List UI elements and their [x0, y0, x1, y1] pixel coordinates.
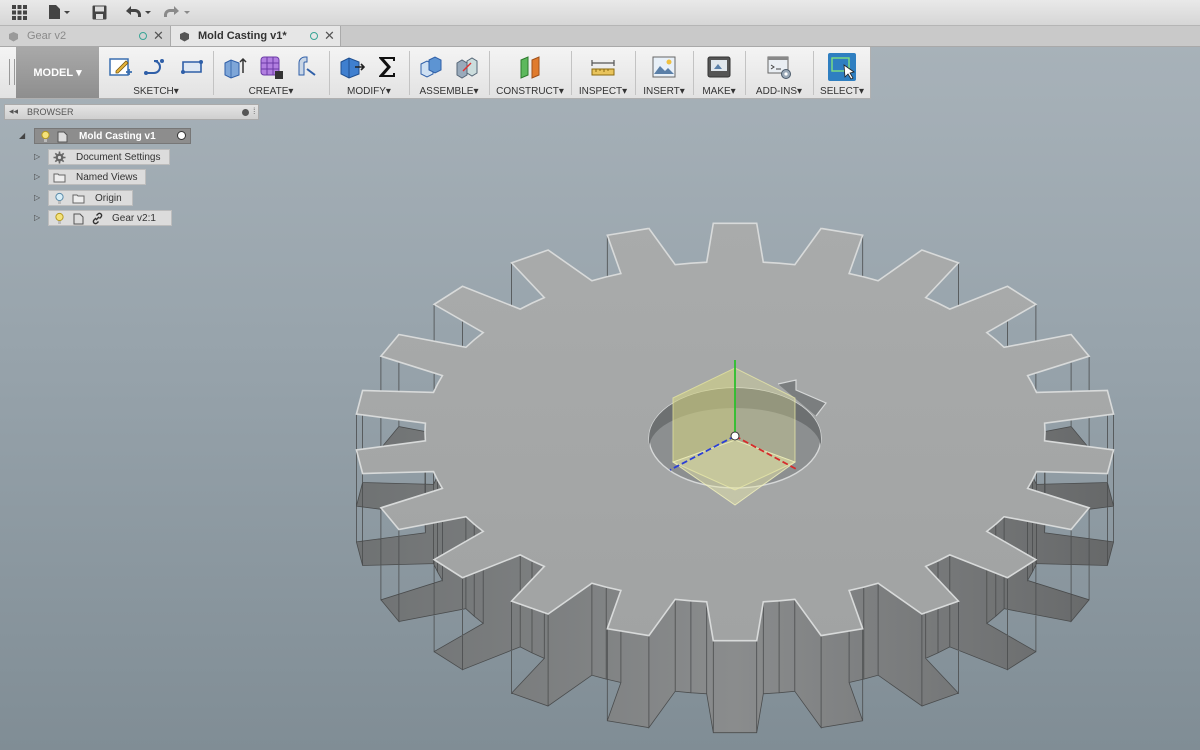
browser-item-origin[interactable]: Origin — [48, 190, 133, 206]
new-component-icon[interactable] — [417, 53, 445, 81]
workspace-label: MODEL — [33, 66, 74, 79]
select-group: SELECT▾ — [814, 47, 870, 98]
gear-top-face[interactable] — [355, 222, 1115, 642]
expand-arrow-icon[interactable]: ▷ — [34, 193, 40, 202]
activate-radio-icon[interactable] — [177, 131, 186, 140]
scripts-addins-icon[interactable] — [765, 53, 793, 81]
browser-pin-icon[interactable] — [242, 109, 249, 116]
tab-gear-v2[interactable]: Gear v2 ✕ — [0, 26, 171, 46]
add-ins-group: ADD-INS▾ — [746, 47, 812, 98]
offset-plane-icon[interactable] — [516, 53, 544, 81]
folder-icon — [53, 173, 66, 182]
browser-panel-header: ◂◂ BROWSER ⁞ — [4, 104, 259, 120]
toolbar-grip[interactable] — [9, 59, 15, 85]
joint-icon[interactable] — [453, 53, 481, 81]
close-tab-icon[interactable]: ✕ — [324, 28, 335, 44]
toolbar: MODEL ▾ SKETCH▾ CREATE▾ MODIFY▾ ASSEMBLE… — [0, 47, 871, 99]
browser-item-label: Document Settings — [76, 151, 161, 163]
browser-item-gear-v2-1[interactable]: Gear v2:1 — [48, 210, 172, 226]
gear-icon — [53, 151, 66, 163]
visibility-bulb-icon[interactable] — [53, 212, 66, 225]
group-label[interactable]: SELECT — [820, 86, 859, 97]
bore-hole[interactable] — [648, 379, 827, 489]
group-label[interactable]: INSERT — [643, 86, 680, 97]
form-icon[interactable] — [257, 53, 285, 81]
browser-resize-icon[interactable]: ⁞ — [253, 106, 256, 116]
expand-arrow-icon[interactable]: ▷ — [34, 213, 40, 222]
group-label[interactable]: ADD-INS — [756, 86, 797, 97]
sync-status-icon — [139, 32, 147, 40]
tab-mold-casting-v1[interactable]: Mold Casting v1* ✕ — [171, 26, 341, 46]
component-icon — [9, 31, 18, 41]
origin-point — [730, 431, 740, 441]
component-icon — [73, 213, 84, 224]
select-icon[interactable] — [828, 53, 856, 81]
visibility-bulb-icon[interactable] — [53, 192, 66, 205]
gear-model[interactable] — [355, 222, 1115, 734]
collapse-arrow-icon[interactable]: ◢ — [19, 131, 25, 140]
browser-item-label: Named Views — [76, 171, 138, 183]
3d-print-icon[interactable] — [705, 53, 733, 81]
group-label[interactable]: CREATE — [249, 86, 289, 97]
gear-side-walls — [356, 222, 1114, 734]
sigma-parameters-icon[interactable] — [373, 53, 401, 81]
collapse-browser-icon[interactable]: ◂◂ — [9, 106, 18, 117]
save-icon[interactable] — [90, 3, 108, 21]
group-label[interactable]: ASSEMBLE — [420, 86, 474, 97]
undo-icon[interactable] — [124, 3, 154, 21]
pipe-icon[interactable] — [293, 53, 321, 81]
document-tab-bar: Gear v2 ✕ Mold Casting v1* ✕ + — [0, 26, 1200, 70]
browser-root-label: Mold Casting v1 — [79, 130, 156, 142]
apps-grid-icon[interactable] — [10, 3, 28, 21]
browser-item-named-views[interactable]: Named Views — [48, 169, 146, 185]
make-group: MAKE▾ — [694, 47, 744, 98]
browser-item-label: Origin — [95, 192, 122, 204]
arc-line-icon[interactable] — [142, 53, 170, 81]
browser-item-document-settings[interactable]: Document Settings — [48, 149, 170, 165]
group-label[interactable]: SKETCH — [133, 86, 174, 97]
insert-image-icon[interactable] — [650, 53, 678, 81]
origin-planes[interactable] — [669, 360, 799, 506]
press-pull-icon[interactable] — [337, 53, 365, 81]
group-label[interactable]: MAKE — [702, 86, 730, 97]
group-label[interactable]: INSPECT — [579, 86, 622, 97]
file-menu-icon[interactable] — [46, 3, 74, 21]
visibility-bulb-icon[interactable] — [39, 130, 52, 143]
assemble-group: ASSEMBLE▾ — [410, 47, 488, 98]
component-icon — [180, 31, 189, 41]
group-label[interactable]: CONSTRUCT — [496, 86, 559, 97]
create-sketch-icon[interactable] — [106, 53, 134, 81]
close-tab-icon[interactable]: ✕ — [153, 28, 164, 44]
expand-arrow-icon[interactable]: ▷ — [34, 152, 40, 161]
group-label[interactable]: MODIFY — [347, 86, 386, 97]
create-group: CREATE▾ — [214, 47, 328, 98]
workspace-switcher[interactable]: MODEL ▾ — [16, 47, 99, 98]
x-axis-line — [734, 435, 799, 471]
browser-title: BROWSER — [27, 107, 74, 117]
extrude-icon[interactable] — [221, 53, 249, 81]
measure-icon[interactable] — [589, 53, 617, 81]
document-icon — [57, 131, 68, 142]
z-axis-line — [669, 435, 736, 471]
rectangle-sketch-icon[interactable] — [178, 53, 206, 81]
folder-icon — [72, 194, 85, 203]
insert-group: INSERT▾ — [636, 47, 692, 98]
expand-arrow-icon[interactable]: ▷ — [34, 172, 40, 181]
tab-label: Gear v2 — [27, 30, 67, 42]
modify-group: MODIFY▾ — [330, 47, 408, 98]
sketch-group: SKETCH▾ — [100, 47, 212, 98]
keyway-slot — [777, 379, 827, 417]
browser-item-label: Gear v2:1 — [112, 212, 156, 224]
sync-status-icon — [310, 32, 318, 40]
construct-group: CONSTRUCT▾ — [490, 47, 570, 98]
tab-label: Mold Casting v1* — [198, 30, 287, 42]
redo-icon[interactable] — [163, 3, 193, 21]
link-icon — [92, 212, 103, 224]
inspect-group: INSPECT▾ — [572, 47, 634, 98]
browser-root-node[interactable]: Mold Casting v1 — [34, 128, 191, 144]
title-bar — [0, 0, 1200, 26]
